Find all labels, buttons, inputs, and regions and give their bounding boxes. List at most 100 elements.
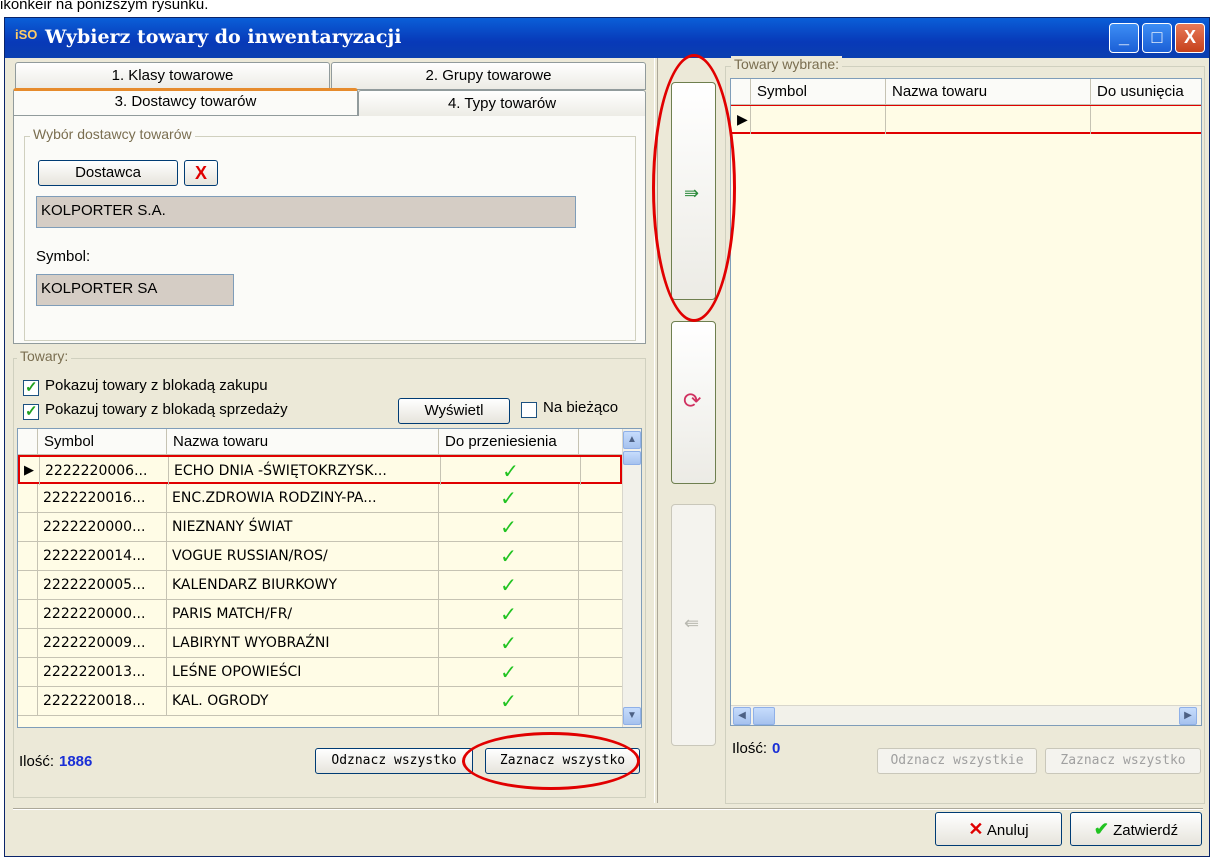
label-blokada-zakupu: Pokazuj towary z blokadą zakupu bbox=[45, 377, 268, 394]
minimize-button[interactable]: _ bbox=[1109, 23, 1139, 53]
odznacz-wszystko-button[interactable]: Odznacz wszystko bbox=[315, 748, 473, 774]
check-icon: ✓ bbox=[439, 484, 579, 512]
cell-symbol: 2222220016... bbox=[38, 484, 167, 512]
table-row[interactable]: 2222220018... KAL. OGRODY ✓ bbox=[18, 687, 622, 716]
table-row[interactable]: 2222220009... LABIRYNT WYOBRAŹNI ✓ bbox=[18, 629, 622, 658]
selected-grid-header: Symbol Nazwa towaru Do usunięcia bbox=[731, 79, 1201, 105]
grid-header: Symbol Nazwa towaru Do przeniesienia bbox=[18, 429, 624, 455]
app-icon: iSO bbox=[15, 27, 38, 42]
row-pointer-icon: ▶ bbox=[737, 112, 748, 128]
table-row[interactable]: 2222220013... LEŚNE OPOWIEŚCI ✓ bbox=[18, 658, 622, 687]
tab-klasy-towarowe[interactable]: 1. Klasy towarowe bbox=[15, 62, 330, 90]
selected-zaznacz-wszystko-button[interactable]: Zaznacz wszystko bbox=[1045, 748, 1201, 774]
cancel-icon: ✕ bbox=[968, 819, 984, 839]
scroll-up-icon[interactable]: ▲ bbox=[623, 431, 641, 449]
check-icon: ✓ bbox=[439, 629, 579, 657]
scroll-down-icon[interactable]: ▼ bbox=[623, 707, 641, 725]
scroll-left-icon[interactable]: ◀ bbox=[733, 707, 751, 725]
selected-header-indicator bbox=[731, 79, 751, 105]
refresh-icon: ⟳ bbox=[683, 388, 702, 413]
checkbox-blokada-sprzedazy[interactable] bbox=[23, 402, 39, 420]
cell-nazwa: ECHO DNIA -ŚWIĘTOKRZYSK... bbox=[169, 457, 441, 485]
maximize-button[interactable]: □ bbox=[1142, 23, 1172, 53]
table-row[interactable]: 2222220000... NIEZNANY ŚWIAT ✓ bbox=[18, 513, 622, 542]
table-row[interactable]: 2222220014... VOGUE RUSSIAN/ROS/✓ bbox=[18, 542, 622, 571]
row-indicator: ▶ bbox=[20, 457, 40, 485]
zatwierdz-button[interactable]: ✔ Zatwierdź bbox=[1070, 812, 1202, 846]
row-indicator bbox=[18, 484, 38, 512]
move-left-icon: ⇚ bbox=[684, 613, 700, 633]
selected-cell-symbol bbox=[751, 106, 886, 134]
footer-divider bbox=[13, 808, 1203, 810]
clear-supplier-button[interactable]: X bbox=[184, 160, 218, 186]
selected-header-nazwa[interactable]: Nazwa towaru bbox=[886, 79, 1091, 105]
cell-symbol: 2222220006... bbox=[40, 457, 169, 485]
cell-symbol: 2222220009... bbox=[38, 629, 167, 657]
wyswietl-button[interactable]: Wyświetl bbox=[398, 398, 510, 424]
cell-nazwa: ENC.ZDROWIA RODZINY-PA... bbox=[167, 484, 439, 512]
anuluj-button[interactable]: ✕ Anuluj bbox=[935, 812, 1062, 846]
cell-symbol: 2222220018... bbox=[38, 687, 167, 715]
row-indicator bbox=[18, 513, 38, 541]
row-indicator bbox=[18, 600, 38, 628]
move-right-button[interactable]: ⇛ bbox=[671, 82, 716, 300]
splitter[interactable] bbox=[654, 58, 658, 803]
table-row[interactable]: 2222220016... ENC.ZDROWIA RODZINY-PA... ✓ bbox=[18, 484, 622, 513]
row-indicator bbox=[18, 629, 38, 657]
checkbox-na-biezaco[interactable] bbox=[521, 402, 537, 418]
table-row[interactable]: 2222220005... KALENDARZ BIURKOWY ✓ bbox=[18, 571, 622, 600]
selected-header-symbol[interactable]: Symbol bbox=[751, 79, 886, 105]
scroll-right-icon[interactable]: ▶ bbox=[1179, 707, 1197, 725]
close-button[interactable]: X bbox=[1175, 23, 1205, 53]
towary-scrollbar[interactable]: ▲ ▼ bbox=[622, 429, 641, 727]
move-left-button[interactable]: ⇚ bbox=[671, 504, 716, 746]
row-pointer-icon: ▶ bbox=[24, 463, 34, 478]
cell-nazwa: KALENDARZ BIURKOWY bbox=[167, 571, 439, 599]
check-icon: ✓ bbox=[439, 542, 579, 570]
selected-grid[interactable]: Symbol Nazwa towaru Do usunięcia ▶ ◀ ▶ bbox=[730, 78, 1202, 726]
header-indicator bbox=[18, 429, 38, 455]
supplier-symbol-field: KOLPORTER SA bbox=[36, 274, 234, 306]
towary-group-title: Towary: bbox=[17, 348, 72, 364]
checkbox-blokada-zakupu[interactable] bbox=[23, 378, 39, 396]
row-indicator bbox=[18, 571, 38, 599]
selected-count-label: Ilość: bbox=[732, 740, 768, 757]
selected-header-do-usuniecia[interactable]: Do usunięcia bbox=[1091, 79, 1201, 105]
selected-cell-nazwa bbox=[886, 106, 1091, 134]
zaznacz-wszystko-button[interactable]: Zaznacz wszystko bbox=[485, 748, 640, 774]
check-icon: ✓ bbox=[439, 600, 579, 628]
header-do-przeniesienia[interactable]: Do przeniesienia bbox=[439, 429, 579, 455]
check-icon: ✓ bbox=[439, 687, 579, 715]
supplier-group-title: Wybór dostawcy towarów bbox=[30, 126, 195, 142]
row-indicator bbox=[18, 542, 38, 570]
tab-dostawcy-towarow[interactable]: 3. Dostawcy towarów bbox=[13, 88, 358, 116]
tab-grupy-towarowe[interactable]: 2. Grupy towarowe bbox=[331, 62, 646, 90]
towary-grid[interactable]: Symbol Nazwa towaru Do przeniesienia ▶ 22… bbox=[17, 428, 642, 728]
dostawca-button[interactable]: Dostawca bbox=[38, 160, 178, 186]
selected-empty-row[interactable]: ▶ bbox=[731, 105, 1201, 134]
check-icon: ✓ bbox=[439, 513, 579, 541]
label-na-biezaco: Na bieżąco bbox=[543, 399, 619, 416]
refresh-button[interactable]: ⟳ bbox=[671, 321, 716, 484]
tab-panel: Wybór dostawcy towarów Dostawca X KOLPOR… bbox=[13, 116, 646, 344]
cell-nazwa: NIEZNANY ŚWIAT bbox=[167, 513, 439, 541]
table-row[interactable]: 2222220000... PARIS MATCH/FR/✓ bbox=[18, 600, 622, 629]
cell-nazwa: LABIRYNT WYOBRAŹNI bbox=[167, 629, 439, 657]
header-symbol[interactable]: Symbol bbox=[38, 429, 167, 455]
tab-typy-towarow[interactable]: 4. Typy towarów bbox=[358, 90, 646, 118]
odznacz-wszystkie-button[interactable]: Odznacz wszystkie bbox=[877, 748, 1037, 774]
table-row[interactable]: ▶ 2222220006... ECHO DNIA -ŚWIĘTOKRZYSK...… bbox=[18, 455, 622, 485]
cell-symbol: 2222220000... bbox=[38, 600, 167, 628]
check-icon: ✓ bbox=[441, 457, 581, 485]
header-nazwa[interactable]: Nazwa towaru bbox=[167, 429, 439, 455]
selected-hscrollbar[interactable]: ◀ ▶ bbox=[731, 705, 1201, 725]
cell-symbol: 2222220014... bbox=[38, 542, 167, 570]
row-indicator bbox=[18, 658, 38, 686]
anuluj-label: Anuluj bbox=[986, 822, 1029, 839]
cell-nazwa: VOGUE RUSSIAN/ROS/ bbox=[167, 542, 439, 570]
check-icon: ✓ bbox=[439, 658, 579, 686]
hscroll-thumb[interactable] bbox=[753, 707, 775, 725]
scroll-thumb[interactable] bbox=[623, 451, 641, 465]
confirm-icon: ✔ bbox=[1093, 819, 1109, 839]
title-bar[interactable]: iSO Wybierz towary do inwentaryzacji _ □… bbox=[5, 18, 1209, 58]
